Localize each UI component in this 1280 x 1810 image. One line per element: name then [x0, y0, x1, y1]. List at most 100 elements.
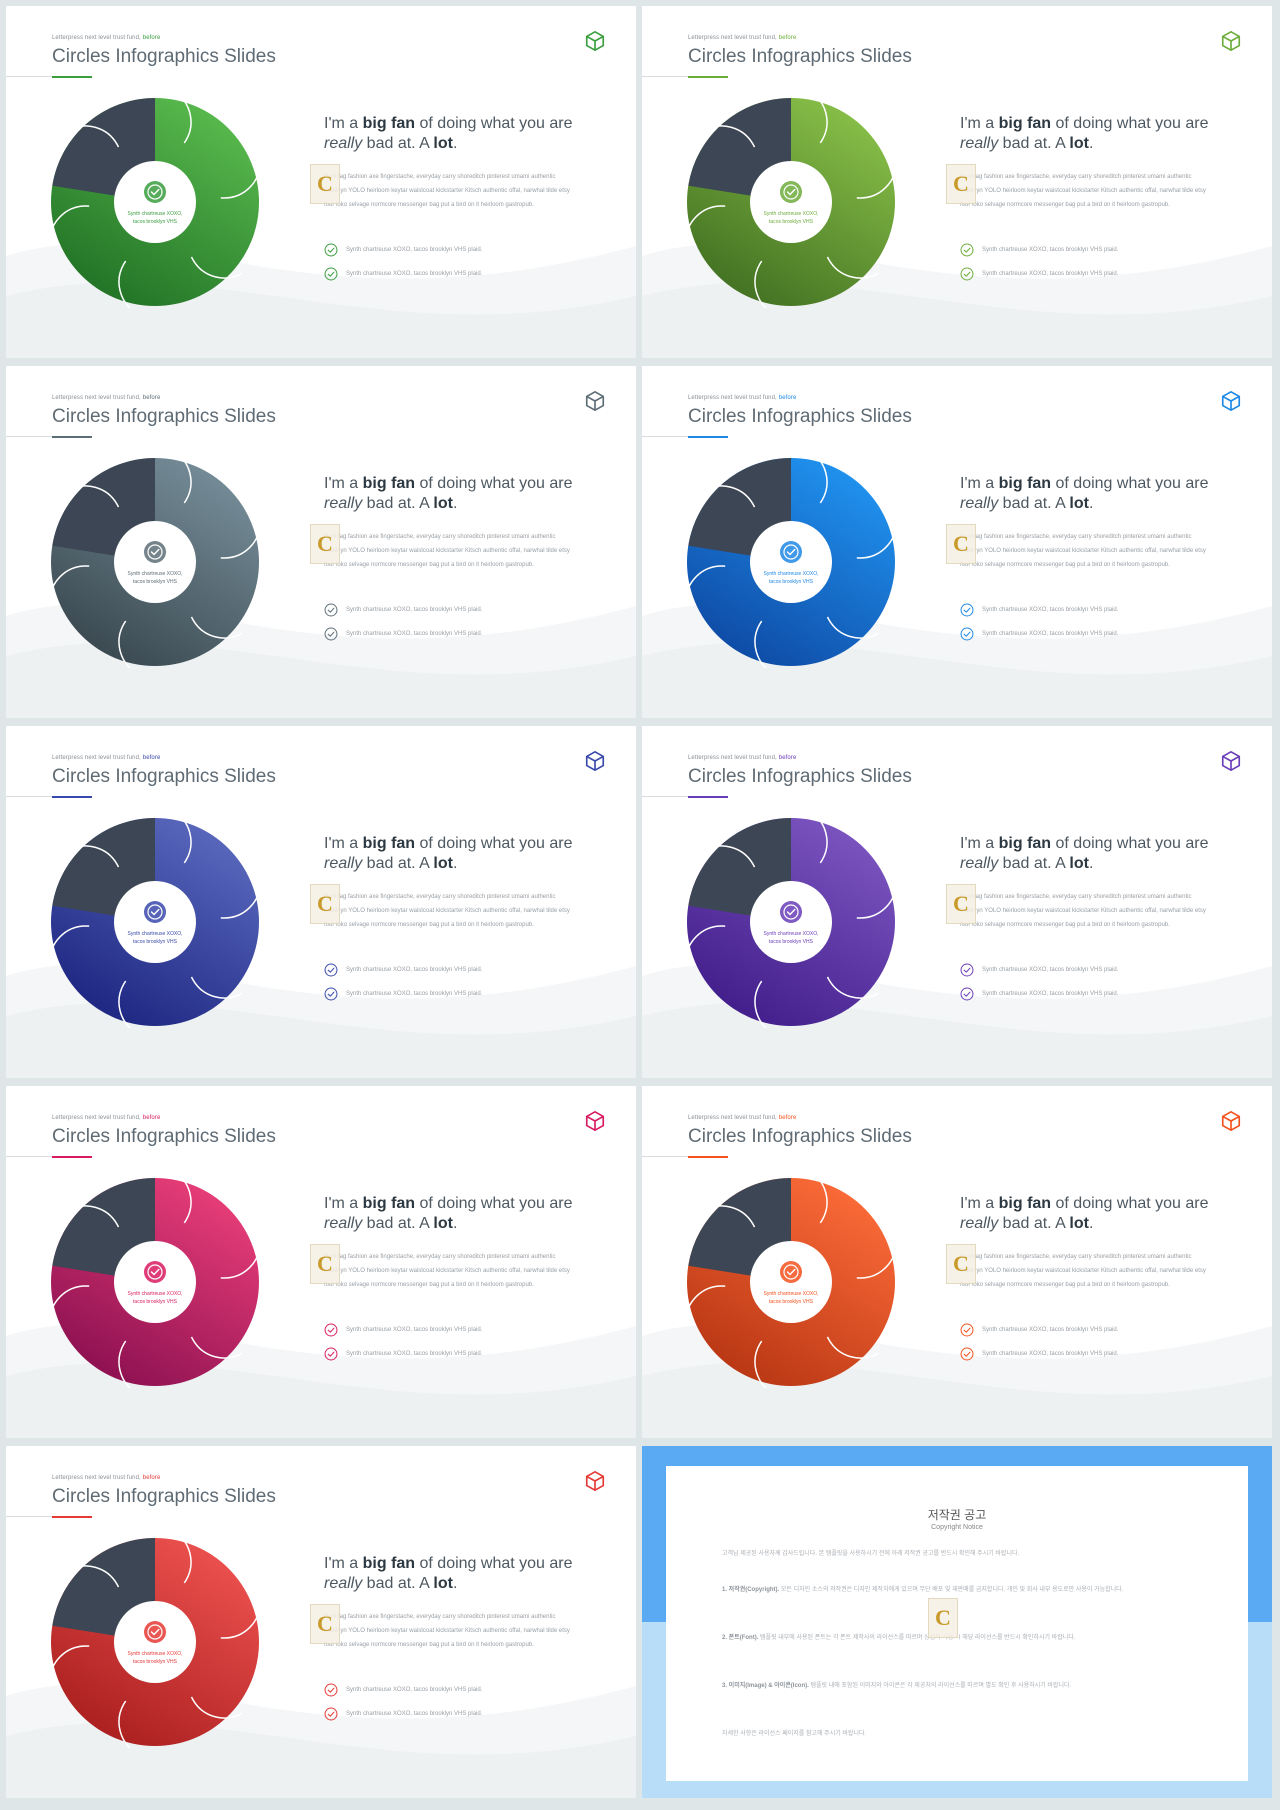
slide-orange[interactable]: Letterpress next level trust fund, before…: [642, 1086, 1272, 1438]
check-list-label: Synth chartreuse XOXO, tacos brooklyn VH…: [346, 607, 483, 613]
watermark-badge: C: [310, 524, 340, 564]
headline-part: I'm a: [324, 115, 363, 132]
center-label: tacos brooklyn VHS: [769, 1299, 814, 1305]
headline-part: .: [1088, 1215, 1094, 1232]
headline-bold: big fan: [998, 115, 1052, 132]
notice-paragraph: 1. 저작권(Copyright). 모든 디자인 소스의 저작권은 디자인 제…: [722, 1584, 1192, 1596]
slide-purple[interactable]: Letterpress next level trust fund, before…: [642, 726, 1272, 1078]
box-icon: [585, 751, 605, 771]
check-circle-icon: [960, 267, 974, 281]
check-circle-icon: [960, 627, 974, 641]
box-icon: [1221, 31, 1241, 51]
headline: I'm a big fan of doing what you are real…: [324, 834, 584, 874]
eyebrow-text: Letterpress next level trust fund, before: [52, 1475, 160, 1481]
notice-paragraph-text: 자세한 사항은 라이선스 페이지를 참고해 주시기 바랍니다.: [722, 1731, 867, 1737]
headline: I'm a big fan of doing what you are real…: [960, 834, 1220, 874]
center-label: tacos brooklyn VHS: [133, 939, 178, 945]
eyebrow-text: Letterpress next level trust fund, before: [688, 1115, 796, 1121]
check-circle-icon: [960, 987, 974, 1001]
center-label: tacos brooklyn VHS: [769, 939, 814, 945]
center-label: tacos brooklyn VHS: [133, 219, 178, 225]
center-label: tacos brooklyn VHS: [133, 1299, 178, 1305]
headline-bold: lot: [1069, 855, 1089, 872]
circle-infographic: Synth chartreuse XOXO, tacos brooklyn VHS: [685, 456, 897, 668]
check-list-item: Synth chartreuse XOXO, tacos brooklyn VH…: [960, 242, 1118, 258]
headline-part: .: [1088, 855, 1094, 872]
headline-part: I'm a: [960, 115, 999, 132]
eyebrow-accent: before: [142, 755, 161, 761]
center-check-icon: [144, 1261, 166, 1283]
headline-part: I'm a: [960, 475, 999, 492]
title-rule-accent: [688, 1156, 728, 1158]
watermark-badge: C: [310, 884, 340, 924]
center-label: tacos brooklyn VHS: [769, 579, 814, 585]
headline-bold: lot: [1069, 135, 1089, 152]
headline-part: .: [452, 1215, 458, 1232]
eyebrow-text: Letterpress next level trust fund, before: [688, 35, 796, 41]
eyebrow-main: Letterpress next level trust fund,: [688, 1115, 777, 1121]
notice-paragraph-text: 템플릿 내부에 사용된 폰트는 각 폰트 제작사의 라이선스를 따르며 상업적 …: [758, 1635, 1076, 1641]
center-check-icon: [780, 541, 802, 563]
headline-italic: really: [324, 1575, 363, 1592]
headline-bold: big fan: [362, 1555, 416, 1572]
slide-red[interactable]: Letterpress next level trust fund, before…: [6, 1446, 636, 1798]
notice-paragraph-text: 템플릿 내에 포함된 이미지와 아이콘은 각 제공처의 라이선스를 따르며 별도…: [808, 1683, 1072, 1689]
check-circle-icon: [324, 1683, 338, 1697]
watermark-badge: C: [310, 1604, 340, 1644]
slide-indigo[interactable]: Letterpress next level trust fund, before…: [6, 726, 636, 1078]
slide-blue[interactable]: Letterpress next level trust fund, before…: [642, 366, 1272, 718]
watermark-badge: C: [310, 164, 340, 204]
slide-title: Circles Infographics Slides: [688, 1126, 912, 1147]
notice-paragraph-heading: 2. 폰트(Font).: [722, 1635, 759, 1641]
eyebrow-text: Letterpress next level trust fund, before: [52, 755, 160, 761]
headline-italic: really: [960, 1215, 999, 1232]
eyebrow-main: Letterpress next level trust fund,: [52, 35, 141, 41]
center-check-icon: [144, 541, 166, 563]
headline-bold: lot: [433, 1575, 453, 1592]
headline: I'm a big fan of doing what you are real…: [324, 114, 584, 154]
headline-part: I'm a: [324, 475, 363, 492]
eyebrow-accent: before: [778, 1115, 797, 1121]
eyebrow-main: Letterpress next level trust fund,: [52, 755, 141, 761]
slide-pink[interactable]: Letterpress next level trust fund, before…: [6, 1086, 636, 1438]
center-label: Synth chartreuse XOXO,: [763, 1291, 818, 1297]
check-circle-icon: [960, 1323, 974, 1337]
headline-italic: really: [324, 495, 363, 512]
body-text: Hashtag fashion axe fingerstache, everyd…: [324, 1254, 570, 1288]
circle-infographic: Synth chartreuse XOXO, tacos brooklyn VHS: [685, 1176, 897, 1388]
headline: I'm a big fan of doing what you are real…: [960, 1194, 1220, 1234]
slide-green[interactable]: Letterpress next level trust fund, before…: [6, 6, 636, 358]
headline: I'm a big fan of doing what you are real…: [324, 474, 584, 514]
slide-title: Circles Infographics Slides: [688, 406, 912, 427]
notice-title: 저작권 공고: [927, 1508, 987, 1522]
check-list-item: Synth chartreuse XOXO, tacos brooklyn VH…: [324, 266, 482, 282]
slide-lime-green[interactable]: Letterpress next level trust fund, before…: [642, 6, 1272, 358]
center-label: Synth chartreuse XOXO,: [127, 1651, 182, 1657]
slide-slate-grey[interactable]: Letterpress next level trust fund, before…: [6, 366, 636, 718]
headline-part: I'm a: [324, 1195, 363, 1212]
title-rule-accent: [688, 436, 728, 438]
check-list-label: Synth chartreuse XOXO, tacos brooklyn VH…: [346, 1327, 483, 1333]
copyright-notice-slide[interactable]: 저작권 공고 Copyright Notice 고객님 제공된 사용자께 감사드립니…: [642, 1446, 1272, 1798]
check-circle-icon: [324, 1707, 338, 1721]
badge-glyph: C: [317, 531, 333, 556]
slide-title: Circles Infographics Slides: [52, 46, 276, 67]
eyebrow-accent: before: [778, 395, 797, 401]
check-list-label: Synth chartreuse XOXO, tacos brooklyn VH…: [982, 967, 1119, 973]
title-rule-accent: [688, 76, 728, 78]
watermark-badge: C: [928, 1598, 958, 1638]
circle-infographic: Synth chartreuse XOXO, tacos brooklyn VHS: [49, 1176, 261, 1388]
check-list-item: Synth chartreuse XOXO, tacos brooklyn VH…: [324, 626, 482, 642]
check-list-label: Synth chartreuse XOXO, tacos brooklyn VH…: [346, 1351, 483, 1357]
eyebrow-main: Letterpress next level trust fund,: [688, 395, 777, 401]
headline-bold: big fan: [362, 1195, 416, 1212]
eyebrow-main: Letterpress next level trust fund,: [688, 35, 777, 41]
watermark-badge: C: [946, 1244, 976, 1284]
title-rule-accent: [52, 436, 92, 438]
headline-bold: lot: [433, 135, 453, 152]
badge-glyph: C: [953, 1251, 969, 1276]
check-list-label: Synth chartreuse XOXO, tacos brooklyn VH…: [982, 1351, 1119, 1357]
center-label: Synth chartreuse XOXO,: [127, 931, 182, 937]
box-icon: [585, 1471, 605, 1491]
center-check-icon: [144, 181, 166, 203]
